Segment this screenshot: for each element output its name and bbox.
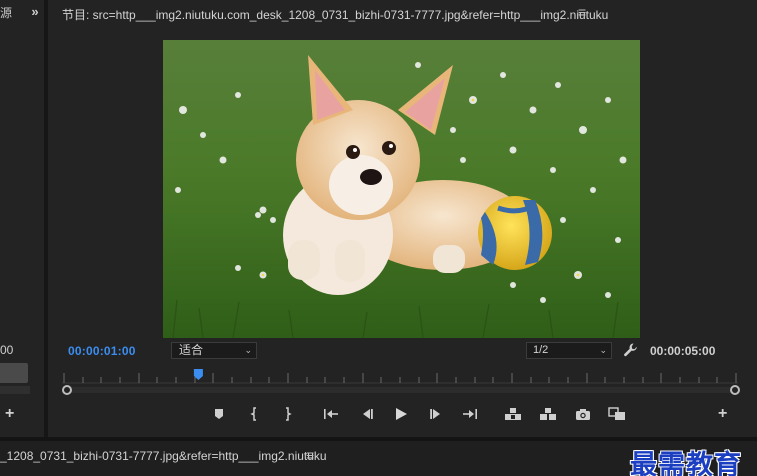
- source-button-editor-icon[interactable]: +: [5, 405, 14, 423]
- lift-icon[interactable]: [502, 403, 524, 425]
- add-marker-icon[interactable]: [208, 403, 230, 425]
- step-forward-icon[interactable]: [425, 403, 447, 425]
- mark-out-icon[interactable]: [276, 403, 298, 425]
- source-panel-title: 源: [0, 6, 13, 20]
- button-editor-icon[interactable]: +: [718, 405, 727, 423]
- zoom-right-handle[interactable]: [730, 385, 740, 395]
- source-zoom-scroll-handle[interactable]: [0, 363, 28, 383]
- step-back-icon[interactable]: [356, 403, 378, 425]
- panel-menu-icon[interactable]: ≡: [578, 4, 586, 20]
- wrench-icon[interactable]: [623, 342, 639, 358]
- playhead-timecode[interactable]: 00:00:01:00: [68, 344, 136, 358]
- comparison-view-icon[interactable]: [606, 403, 628, 425]
- zoom-fit-value: 适合: [179, 343, 204, 357]
- zoom-scroll-track[interactable]: [68, 387, 734, 393]
- transport-controls: [208, 403, 638, 425]
- camera-icon[interactable]: [572, 403, 594, 425]
- duration-timecode: 00:00:05:00: [650, 344, 716, 358]
- program-monitor-panel: 节目: src=http___img2.niutuku.com_desk_120…: [48, 0, 757, 437]
- extract-icon[interactable]: [537, 403, 559, 425]
- corgi-puppy-image: [163, 40, 640, 338]
- source-monitor-header: 源 »: [0, 0, 44, 28]
- play-icon[interactable]: [390, 403, 412, 425]
- playback-resolution-dropdown[interactable]: 1/2 ⌄: [526, 342, 612, 359]
- program-monitor-header: 节目: src=http___img2.niutuku.com_desk_120…: [48, 0, 757, 28]
- expand-panels-icon[interactable]: »: [28, 4, 42, 20]
- panel-menu-icon[interactable]: ≡: [306, 447, 314, 463]
- playback-resolution-value: 1/2: [533, 344, 549, 356]
- source-timecode[interactable]: 00: [0, 343, 13, 357]
- program-monitor-title[interactable]: 节目: src=http___img2.niutuku.com_desk_120…: [62, 6, 608, 23]
- time-ruler[interactable]: [62, 366, 738, 384]
- timeline-tab-title[interactable]: _1208_0731_bizhi-0731-7777.jpg&refer=htt…: [0, 449, 327, 463]
- source-monitor-panel: 源 » 00 +: [0, 0, 44, 437]
- zoom-left-handle[interactable]: [62, 385, 72, 395]
- go-to-in-icon[interactable]: [320, 403, 342, 425]
- zoom-fit-dropdown[interactable]: 适合 ⌄: [171, 342, 257, 359]
- go-to-out-icon[interactable]: [459, 403, 481, 425]
- mark-in-icon[interactable]: [244, 403, 266, 425]
- zoom-scroll-bar[interactable]: [62, 385, 740, 395]
- watermark-logo: 最需教育: [630, 450, 742, 476]
- video-preview[interactable]: [163, 40, 640, 338]
- chevron-down-icon: ⌄: [244, 345, 252, 355]
- source-scroll-track[interactable]: [0, 386, 30, 394]
- chevron-down-icon: ⌄: [599, 345, 607, 355]
- timeline-panel-header: _1208_0731_bizhi-0731-7777.jpg&refer=htt…: [0, 437, 757, 476]
